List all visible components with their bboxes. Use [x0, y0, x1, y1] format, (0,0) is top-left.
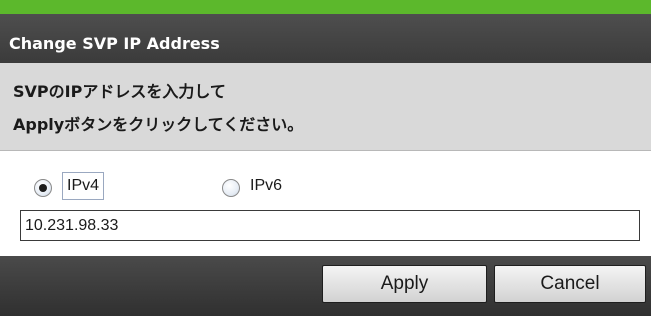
dialog-title: Change SVP IP Address	[9, 34, 220, 53]
instruction-line-2: Applyボタンをクリックしてください。	[13, 115, 304, 134]
cancel-button[interactable]: Cancel	[494, 265, 646, 303]
ip-version-radio-group: IPv4 IPv6	[0, 172, 651, 202]
apply-button[interactable]: Apply	[322, 265, 487, 303]
form-area: IPv4 IPv6	[0, 152, 651, 256]
ipv4-radio[interactable]	[34, 179, 52, 197]
dialog-title-bar: Change SVP IP Address	[0, 14, 651, 63]
ipv6-radio[interactable]	[222, 179, 240, 197]
ipv6-radio-label[interactable]: IPv6	[250, 177, 282, 195]
instruction-line-1: SVPのIPアドレスを入力して	[13, 82, 226, 101]
ipv4-radio-label[interactable]: IPv4	[62, 172, 105, 200]
change-svp-ip-dialog: Change SVP IP Address SVPのIPアドレスを入力して Ap…	[0, 0, 651, 316]
ip-address-input[interactable]	[20, 210, 640, 241]
dialog-footer: Apply Cancel	[0, 256, 651, 316]
instruction-panel: SVPのIPアドレスを入力して Applyボタンをクリックしてください。	[0, 63, 651, 151]
